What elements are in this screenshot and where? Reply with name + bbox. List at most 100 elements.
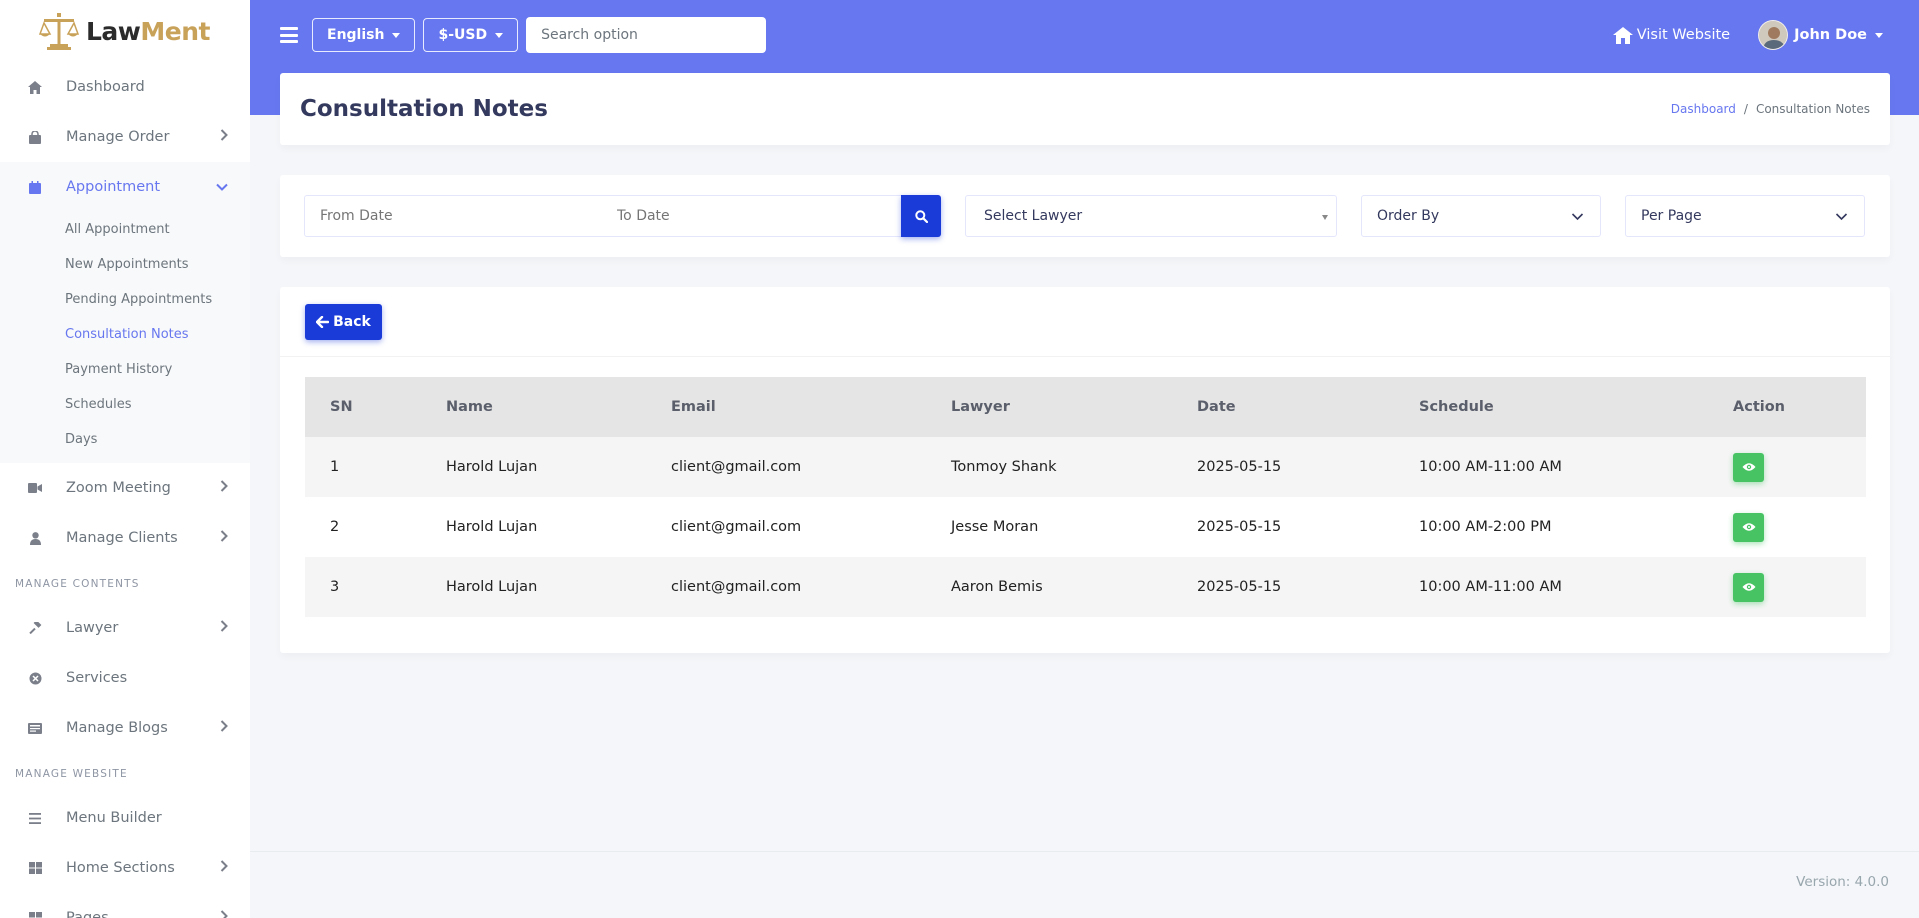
chevron-right-icon: [220, 480, 228, 496]
topbar-right: Visit Website John Doe: [1612, 0, 1883, 70]
avatar: [1758, 20, 1789, 50]
newspaper-icon: [28, 721, 42, 735]
view-button[interactable]: [1733, 572, 1764, 602]
cell-sn: 1: [305, 437, 421, 497]
submenu-item-consultation-notes[interactable]: Consultation Notes: [0, 317, 250, 352]
user-menu[interactable]: John Doe: [1758, 20, 1883, 50]
page-header-card: Consultation Notes Dashboard / Consultat…: [280, 73, 1890, 145]
pages-icon: [28, 911, 42, 918]
caret-down-icon: [392, 32, 401, 38]
language-dropdown[interactable]: English: [312, 18, 416, 52]
column-header-action: Action: [1708, 377, 1866, 437]
column-header-name: Name: [421, 377, 646, 437]
menu-header-manage-website: MANAGE WEBSITE: [15, 768, 128, 780]
cell-email: client@gmail.com: [646, 497, 926, 557]
sidebar-item-lawyer[interactable]: Lawyer: [0, 603, 250, 653]
video-icon: [28, 481, 42, 495]
sidebar-item-home-sections[interactable]: Home Sections: [0, 843, 250, 893]
sidebar-item-zoom-meeting[interactable]: Zoom Meeting: [0, 463, 250, 513]
view-button[interactable]: [1733, 452, 1764, 482]
home-icon: [1612, 26, 1633, 44]
user-name: John Doe: [1794, 27, 1867, 43]
chevron-right-icon: [220, 129, 228, 145]
cell-date: 2025-05-15: [1172, 437, 1394, 497]
column-header-email: Email: [646, 377, 926, 437]
per-page-dropdown[interactable]: Per Page: [1625, 195, 1865, 237]
shopping-bag-icon: [28, 130, 42, 144]
caret-down-icon: [1875, 32, 1883, 38]
column-header-date: Date: [1172, 377, 1394, 437]
hamburger-menu-icon[interactable]: [280, 27, 298, 43]
sidebar-item-appointment[interactable]: Appointment: [0, 162, 250, 212]
version-text: Version: 4.0.0: [1796, 874, 1889, 890]
caret-down-icon: [1322, 215, 1328, 220]
select-lawyer-dropdown[interactable]: Select Lawyer: [965, 195, 1337, 237]
eye-icon: [1742, 583, 1755, 591]
brand-logo[interactable]: LawMent: [0, 0, 250, 62]
submenu-item-payment-history[interactable]: Payment History: [0, 352, 250, 387]
submenu-item-new-appointments[interactable]: New Appointments: [0, 247, 250, 282]
chevron-right-icon: [220, 910, 228, 918]
sidebar-item-label: Manage Clients: [66, 530, 178, 546]
back-button-label: Back: [333, 314, 371, 330]
currency-dropdown[interactable]: $-USD: [423, 18, 519, 52]
column-header-lawyer: Lawyer: [926, 377, 1172, 437]
sidebar-item-manage-blogs[interactable]: Manage Blogs: [0, 703, 250, 753]
cell-schedule: 10:00 AM-11:00 AM: [1394, 437, 1708, 497]
sidebar-item-label: Pages: [66, 910, 109, 918]
cell-action: [1708, 437, 1866, 497]
services-icon: [28, 671, 42, 685]
submenu-item-schedules[interactable]: Schedules: [0, 387, 250, 422]
calendar-icon: [28, 180, 42, 194]
sidebar-item-label: Manage Blogs: [66, 720, 168, 736]
eye-icon: [1742, 463, 1755, 471]
select-lawyer-value: Select Lawyer: [984, 208, 1083, 224]
cell-lawyer: Aaron Bemis: [926, 557, 1172, 617]
sidebar-item-label: Services: [66, 670, 128, 686]
consultation-notes-table: SN Name Email Lawyer Date Schedule Actio…: [305, 377, 1866, 617]
column-header-schedule: Schedule: [1394, 377, 1708, 437]
breadcrumb-dashboard-link[interactable]: Dashboard: [1671, 102, 1736, 116]
submenu-item-pending-appointments[interactable]: Pending Appointments: [0, 282, 250, 317]
search-button[interactable]: [901, 195, 941, 237]
order-by-value: Order By: [1377, 208, 1440, 224]
language-label: English: [327, 27, 385, 43]
caret-down-icon: [495, 32, 504, 38]
cell-action: [1708, 557, 1866, 617]
visit-website-link[interactable]: Visit Website: [1612, 26, 1731, 44]
sidebar-item-menu-builder[interactable]: Menu Builder: [0, 793, 250, 843]
sidebar-item-dashboard[interactable]: Dashboard: [0, 62, 250, 112]
sidebar-item-pages[interactable]: Pages: [0, 893, 250, 918]
sidebar-item-manage-order[interactable]: Manage Order: [0, 112, 250, 162]
chevron-right-icon: [220, 720, 228, 736]
user-icon: [28, 531, 42, 545]
order-by-dropdown[interactable]: Order By: [1361, 195, 1601, 237]
cell-date: 2025-05-15: [1172, 497, 1394, 557]
submenu-item-days[interactable]: Days: [0, 422, 250, 457]
brand-name-ment: Ment: [140, 16, 210, 46]
currency-label: $-USD: [438, 27, 488, 43]
menu-header-manage-contents: MANAGE CONTENTS: [15, 578, 140, 590]
from-date-input[interactable]: [304, 195, 603, 237]
back-button[interactable]: Back: [305, 304, 382, 340]
visit-website-label: Visit Website: [1636, 27, 1731, 43]
cell-email: client@gmail.com: [646, 437, 926, 497]
chevron-right-icon: [220, 860, 228, 876]
breadcrumb: Dashboard / Consultation Notes: [1671, 102, 1870, 116]
submenu-item-all-appointment[interactable]: All Appointment: [0, 212, 250, 247]
chevron-right-icon: [220, 620, 228, 636]
cell-name: Harold Lujan: [421, 557, 646, 617]
table-row: 2 Harold Lujan client@gmail.com Jesse Mo…: [305, 497, 1866, 557]
to-date-input[interactable]: [602, 195, 902, 237]
per-page-value: Per Page: [1641, 208, 1702, 224]
view-button[interactable]: [1733, 512, 1764, 542]
sidebar-item-label: Zoom Meeting: [66, 480, 171, 496]
sidebar-item-services[interactable]: Services: [0, 653, 250, 703]
sidebar-item-manage-clients[interactable]: Manage Clients: [0, 513, 250, 563]
brand-name-law: Law: [86, 16, 141, 46]
sidebar-item-label: Home Sections: [66, 860, 175, 876]
grid-icon: [28, 861, 42, 875]
search-input[interactable]: [526, 17, 767, 53]
cell-sn: 3: [305, 557, 421, 617]
column-header-sn: SN: [305, 377, 421, 437]
